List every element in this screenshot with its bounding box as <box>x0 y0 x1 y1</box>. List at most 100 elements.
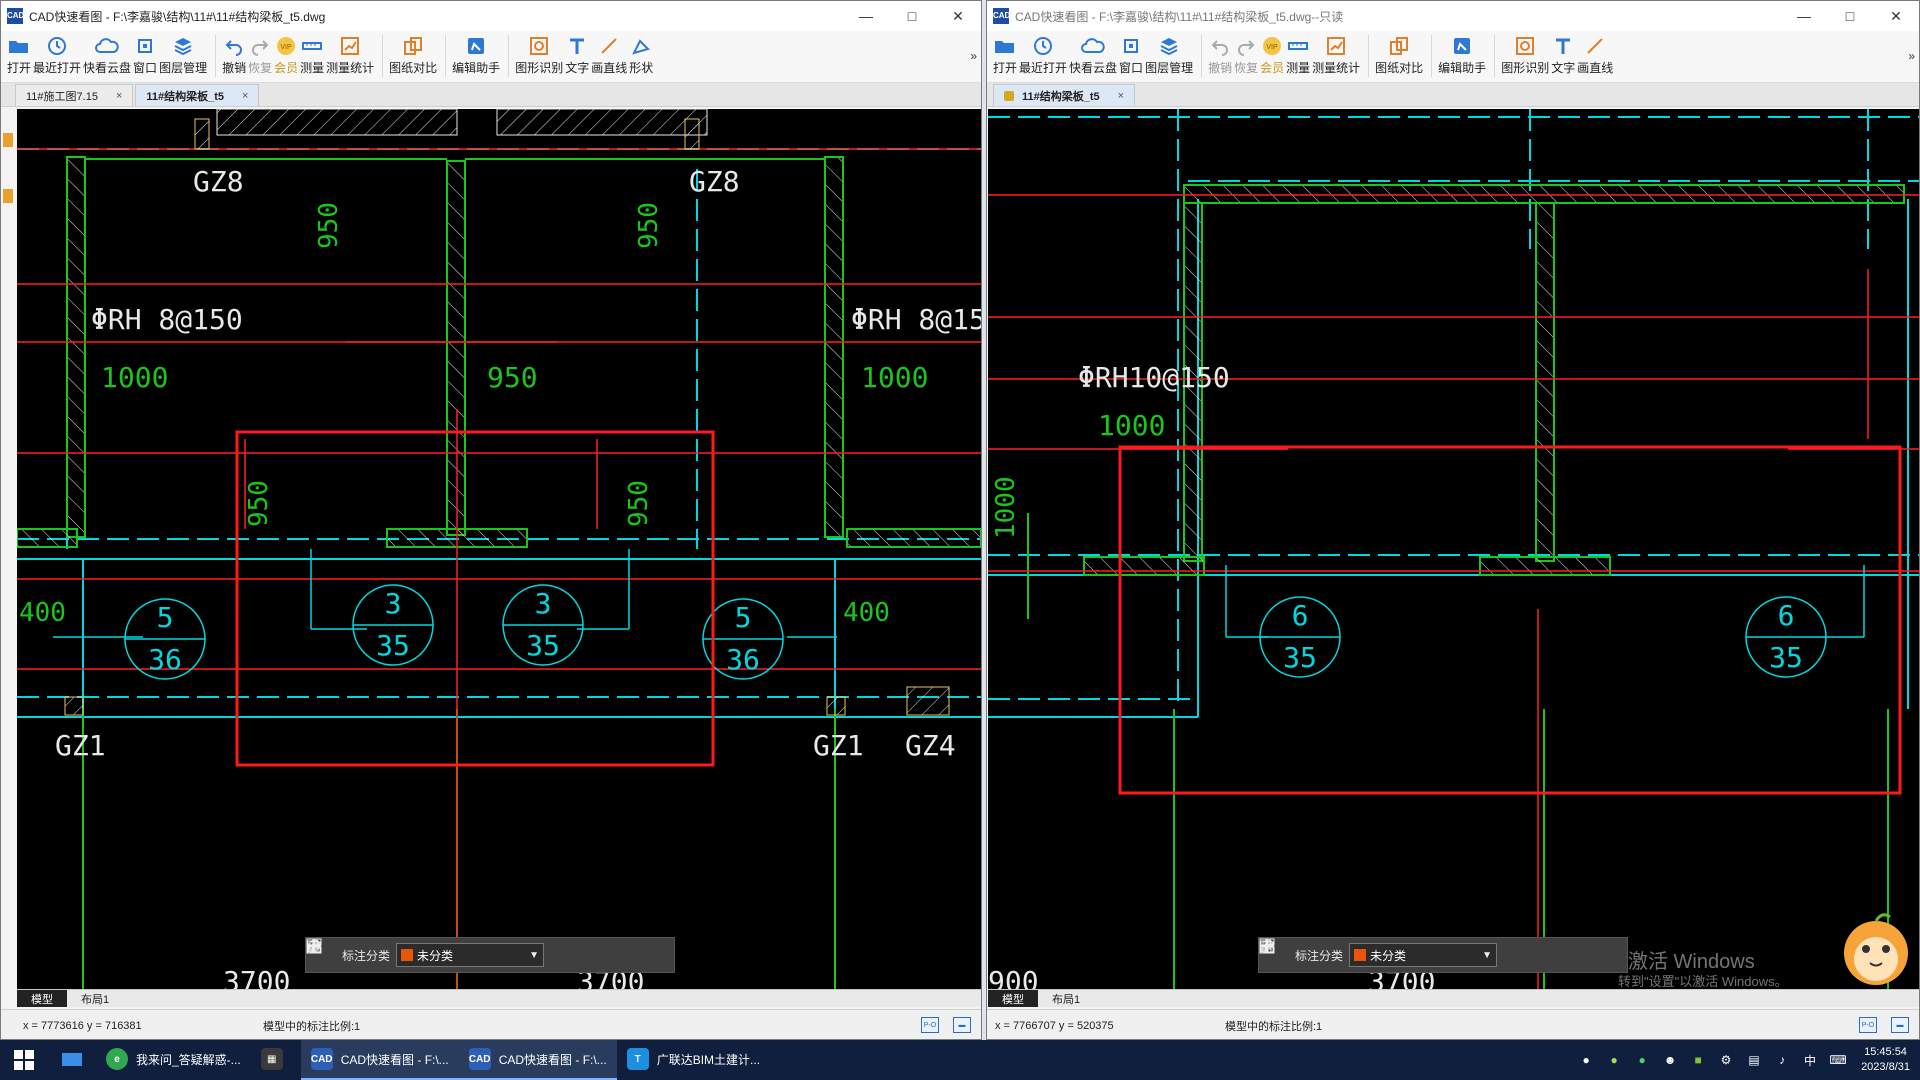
cad-drawing[interactable]: GZ8 GZ8 950 950 ΦRH 8@150 ΦRH 8@150 1000… <box>17 109 981 989</box>
display-toggle-icon[interactable]: ▬ <box>953 1017 971 1033</box>
snap-toggle-icon[interactable]: P-O <box>921 1017 939 1033</box>
toolbar-more-button[interactable]: » <box>970 49 977 63</box>
layers-icon <box>171 35 195 57</box>
drawing-canvas[interactable]: GZ8 GZ8 950 950 ΦRH 8@150 ΦRH 8@150 1000… <box>17 109 981 989</box>
slab-bubble[interactable]: 5 36 <box>702 598 784 680</box>
close-tab-icon[interactable]: × <box>116 90 122 102</box>
title-bar[interactable]: CAD CAD快速看图 - F:\李嘉骏\结构\11#\11#结构梁板_t5.d… <box>1 1 981 31</box>
edit-helper-button[interactable]: 编辑助手 <box>452 35 500 76</box>
window-button[interactable]: 窗口 <box>133 35 157 76</box>
minimize-button[interactable]: — <box>843 1 889 31</box>
close-button[interactable]: ✕ <box>1873 1 1919 31</box>
toolbar-separator <box>1368 35 1370 77</box>
slab-bubble[interactable]: 3 35 <box>352 584 434 666</box>
ime-indicator[interactable]: 中 <box>1799 1049 1821 1071</box>
open-button[interactable]: 打开 <box>7 35 31 76</box>
paste-icon[interactable] <box>307 940 660 966</box>
settings-icon[interactable]: ⚙ <box>1715 1049 1737 1071</box>
title-bar[interactable]: CAD CAD快速看图 - F:\李嘉骏\结构\11#\11#结构梁板_t5.d… <box>987 1 1919 31</box>
app-tray-icon[interactable]: ● <box>1603 1049 1625 1071</box>
doc-tab[interactable]: 11#施工图7.15 × <box>15 84 134 106</box>
draw-line-button[interactable]: 画直线 <box>591 35 627 76</box>
minimize-button[interactable]: — <box>1781 1 1827 31</box>
vip-button[interactable]: VIP 会员 <box>1260 35 1284 76</box>
taskbar-app-browser[interactable]: e 我来问_答疑解惑-... <box>96 1040 251 1080</box>
layer-button[interactable]: 图层管理 <box>159 35 207 76</box>
wechat-icon[interactable]: ● <box>1631 1049 1653 1071</box>
vip-button[interactable]: VIP 会员 <box>274 35 298 76</box>
tab-model[interactable]: 模型 <box>17 990 67 1007</box>
window-button[interactable]: 窗口 <box>1119 35 1143 76</box>
cad-drawing[interactable]: ΦRH10@150 1000 1000 900 3700 6 35 6 35 <box>988 109 1920 989</box>
shape-recognition-button[interactable]: 图形识别 <box>1501 35 1549 76</box>
maximize-button[interactable]: □ <box>1827 1 1873 31</box>
copy-icon[interactable] <box>306 938 632 966</box>
undo-button[interactable]: 撤销 <box>222 35 246 76</box>
cloud-button[interactable]: 快看云盘 <box>83 35 131 76</box>
close-tab-icon[interactable]: × <box>1118 90 1124 102</box>
start-button[interactable] <box>0 1040 48 1080</box>
maximize-button[interactable]: □ <box>889 1 935 31</box>
measure-stats-button[interactable]: 测量统计 <box>326 35 374 76</box>
nvidia-icon[interactable]: ■ <box>1687 1049 1709 1071</box>
open-button[interactable]: 打开 <box>993 35 1017 76</box>
keyboard-icon[interactable]: ⌨ <box>1827 1049 1849 1071</box>
drawing-canvas[interactable]: ΦRH10@150 1000 1000 900 3700 6 35 6 35 标… <box>988 109 1920 989</box>
doc-tab-active[interactable]: 11#结构梁板_t5 × <box>993 84 1136 106</box>
slab-bubble[interactable]: 3 35 <box>502 584 584 666</box>
slab-bubble[interactable]: 5 36 <box>124 598 206 680</box>
recent-button[interactable]: 最近打开 <box>33 35 81 76</box>
text-button[interactable]: 文字 <box>565 35 589 76</box>
shape-button[interactable]: 形状 <box>629 35 653 76</box>
copy-icon[interactable] <box>1259 938 1585 966</box>
tab-layout1[interactable]: 布局1 <box>67 990 123 1007</box>
snap-toggle-icon[interactable]: P-O <box>1859 1017 1877 1033</box>
taskbar-app-calculator[interactable]: ▦ <box>251 1040 301 1080</box>
edit-icon[interactable] <box>1260 939 1529 966</box>
people-icon[interactable]: ☻ <box>1659 1049 1681 1071</box>
move-icon[interactable] <box>306 938 604 966</box>
tab-layout1[interactable]: 布局1 <box>1038 990 1094 1007</box>
walls <box>17 156 981 989</box>
layer-button[interactable]: 图层管理 <box>1145 35 1193 76</box>
tab-model[interactable]: 模型 <box>988 990 1038 1007</box>
clock[interactable]: 15:45:54 2023/8/31 <box>1861 1045 1910 1075</box>
taskbar: e 我来问_答疑解惑-... ▦ CAD CAD快速看图 - F:\... CAD C… <box>0 1040 1920 1080</box>
toolbar-more-button[interactable]: » <box>1908 49 1915 63</box>
annotation-category-select[interactable]: 未分类 ▼ <box>396 943 545 967</box>
compare-button[interactable]: 图纸对比 <box>389 35 437 76</box>
edit-helper-button[interactable]: 编辑助手 <box>1438 35 1486 76</box>
draw-line-button[interactable]: 画直线 <box>1577 35 1613 76</box>
measure-stats-button[interactable]: 测量统计 <box>1312 35 1360 76</box>
display-toggle-icon[interactable]: ▬ <box>1891 1017 1909 1033</box>
cloud-button[interactable]: 快看云盘 <box>1069 35 1117 76</box>
text-button[interactable]: 文字 <box>1551 35 1575 76</box>
column-hatch <box>64 696 84 716</box>
redo-button[interactable]: 恢复 <box>1234 35 1258 76</box>
shape-recognition-button[interactable]: 图形识别 <box>515 35 563 76</box>
redo-button[interactable]: 恢复 <box>248 35 272 76</box>
compare-button[interactable]: 图纸对比 <box>1375 35 1423 76</box>
measure-button[interactable]: 测量 <box>300 35 324 76</box>
close-button[interactable]: ✕ <box>935 1 981 31</box>
slab-bubble[interactable]: 6 35 <box>1745 596 1827 678</box>
paste-icon[interactable] <box>1260 940 1613 966</box>
volume-icon[interactable]: ♪ <box>1771 1049 1793 1071</box>
recent-button[interactable]: 最近打开 <box>1019 35 1067 76</box>
bubble-bottom: 35 <box>1769 641 1803 674</box>
slab-bubble[interactable]: 6 35 <box>1259 596 1341 678</box>
move-icon[interactable] <box>1260 939 1557 966</box>
edit-icon[interactable] <box>307 939 576 966</box>
close-tab-icon[interactable]: × <box>242 90 248 102</box>
measure-button[interactable]: 测量 <box>1286 35 1310 76</box>
chat-icon[interactable]: ● <box>1575 1049 1597 1071</box>
undo-button[interactable]: 撤销 <box>1208 35 1232 76</box>
taskbar-app-cad-1[interactable]: CAD CAD快速看图 - F:\... <box>300 1040 459 1080</box>
network-icon[interactable]: ▤ <box>1743 1049 1765 1071</box>
mascot-icon[interactable] <box>1834 905 1918 989</box>
doc-tab-active[interactable]: 11#结构梁板_t5 × <box>135 84 260 106</box>
annotation-category-select[interactable]: 未分类 ▼ <box>1349 943 1498 967</box>
task-view-button[interactable] <box>48 1040 96 1080</box>
taskbar-app-cad-2[interactable]: CAD CAD快速看图 - F:\... <box>458 1040 617 1080</box>
taskbar-app-bim[interactable]: T 广联达BIM土建计... <box>617 1040 770 1080</box>
